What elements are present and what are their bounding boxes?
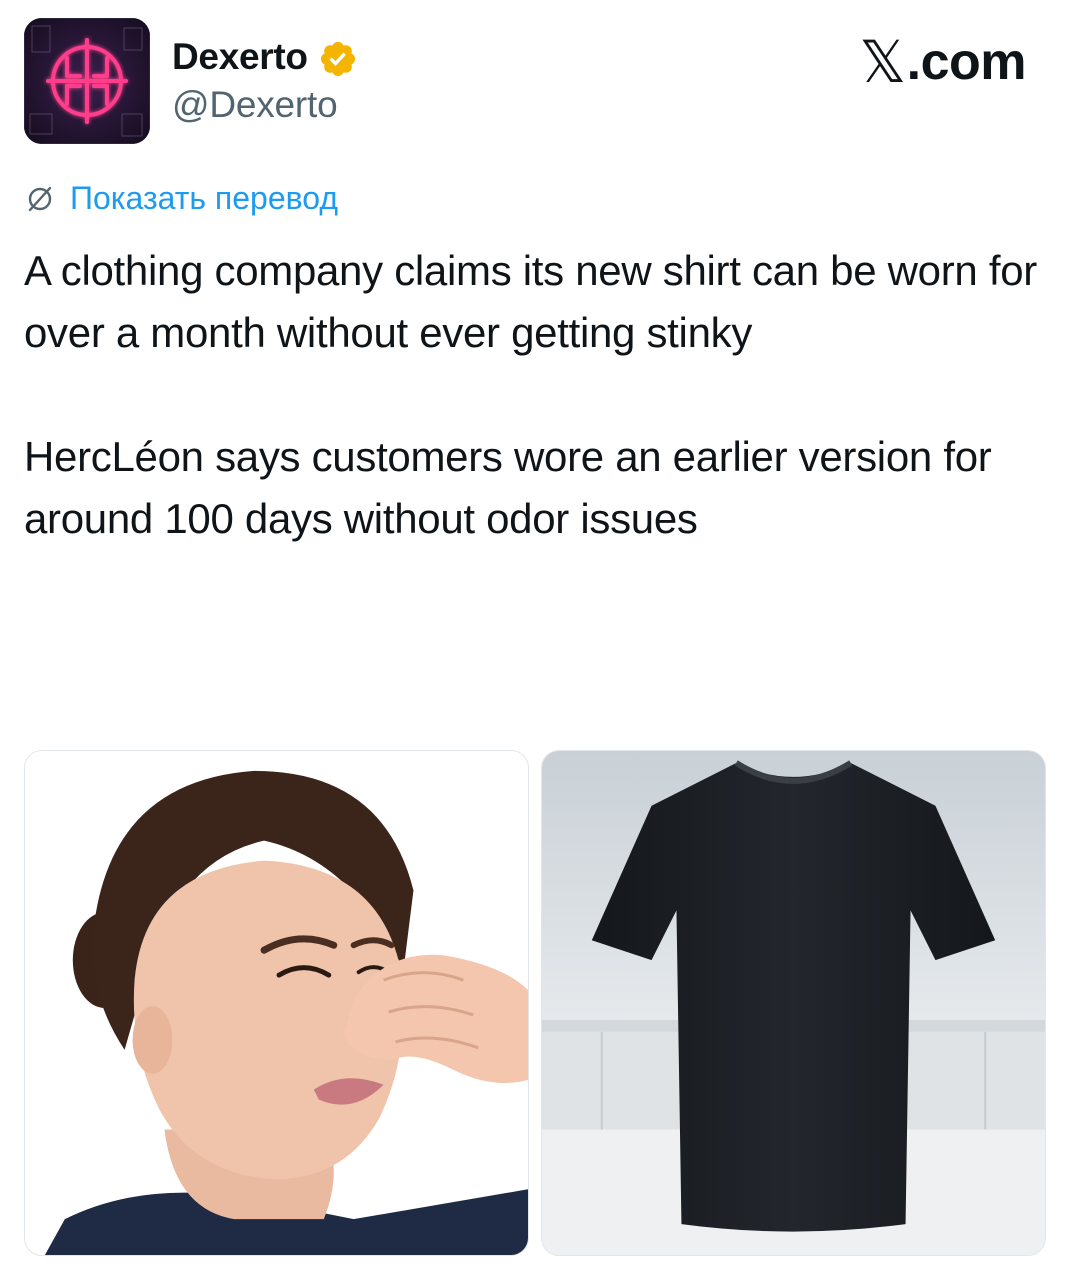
- globe-icon: [24, 183, 56, 215]
- black-tshirt-image[interactable]: [541, 750, 1046, 1256]
- author-avatar[interactable]: [24, 18, 150, 144]
- verified-badge-icon: [318, 39, 358, 79]
- display-name[interactable]: Dexerto: [172, 36, 308, 78]
- x-logo-icon: 𝕏: [859, 28, 906, 96]
- tweet-text: A clothing company claims its new shirt …: [24, 240, 1044, 550]
- tweet-screenshot: Dexerto @Dexerto 𝕏 .com Показать перевод…: [0, 0, 1070, 1280]
- tweet-paragraph-2: HercLéon says customers wore an earlier …: [24, 433, 992, 542]
- woman-holding-nose-image[interactable]: [24, 750, 529, 1256]
- show-translation-label[interactable]: Показать перевод: [70, 180, 338, 217]
- show-translation-link[interactable]: Показать перевод: [24, 180, 338, 217]
- tweet-paragraph-1: A clothing company claims its new shirt …: [24, 247, 1037, 356]
- author-name-row[interactable]: Dexerto: [172, 30, 358, 84]
- tweet-media-grid: [24, 750, 1046, 1256]
- x-com-brand: 𝕏 .com: [859, 28, 1026, 96]
- brand-suffix: .com: [906, 33, 1027, 91]
- author-handle[interactable]: @Dexerto: [172, 84, 338, 126]
- black-tshirt-illustration: [542, 751, 1045, 1255]
- dexerto-logo-icon: [24, 18, 150, 144]
- woman-holding-nose-illustration: [25, 751, 528, 1255]
